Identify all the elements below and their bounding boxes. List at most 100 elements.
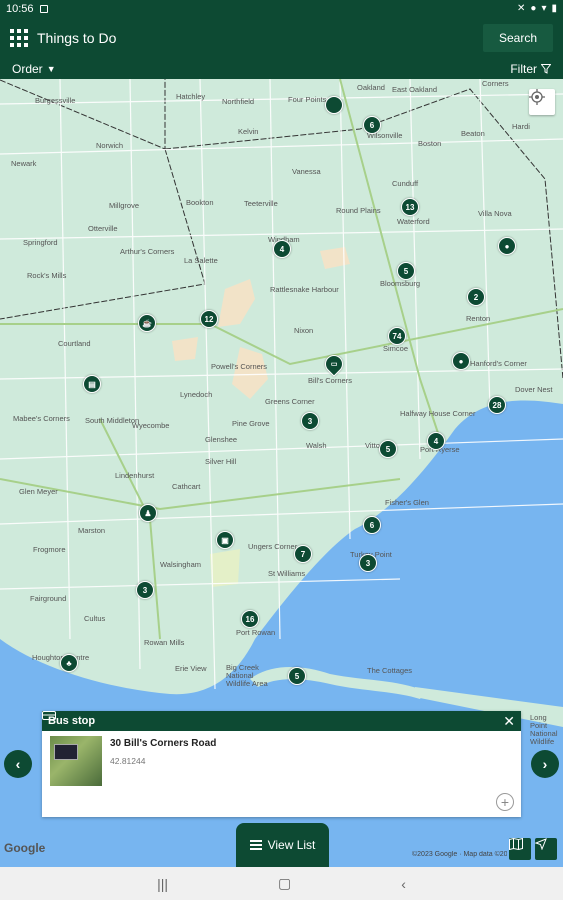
- map-marker-shopping[interactable]: ▣: [216, 531, 234, 549]
- navigate-button[interactable]: [535, 838, 557, 860]
- place-label: St Williams: [268, 569, 306, 578]
- map-marker-cluster[interactable]: 16: [241, 610, 259, 628]
- place-label: Corners: [482, 79, 509, 88]
- add-to-trip-button[interactable]: +: [496, 793, 514, 811]
- place-label: Hatchley: [176, 92, 206, 101]
- filter-button[interactable]: Filter: [510, 62, 551, 76]
- place-label: East Oakland: [392, 85, 438, 94]
- place-label: Silver Hill: [205, 457, 237, 466]
- map-icon: [509, 838, 523, 850]
- place-label: Greens Corner: [265, 397, 315, 406]
- next-result-button[interactable]: ›: [531, 750, 559, 778]
- map-marker-cluster[interactable]: 3: [136, 581, 154, 599]
- place-label: Villa Nova: [478, 209, 512, 218]
- map-marker-cluster[interactable]: 12: [200, 310, 218, 328]
- place-label: The Cottages: [367, 666, 413, 675]
- place-label: Courtland: [58, 339, 91, 348]
- map-marker-cluster[interactable]: 3: [301, 412, 319, 430]
- view-list-button[interactable]: View List: [236, 823, 329, 867]
- place-thumbnail: [50, 736, 102, 786]
- map-type-button[interactable]: [509, 838, 531, 860]
- map-marker-cluster[interactable]: 4: [427, 432, 445, 450]
- app-bar: Things to Do Search: [0, 17, 563, 59]
- place-label: Mabee's Corners: [13, 414, 70, 423]
- place-label: Otterville: [88, 224, 118, 233]
- place-label: Teeterville: [244, 199, 278, 208]
- map-marker-cluster[interactable]: 28: [488, 396, 506, 414]
- back-icon[interactable]: ‹: [401, 876, 406, 892]
- map-marker-cluster[interactable]: 6: [363, 116, 381, 134]
- map-copyright: ©2023 Google · Map data ©2023: [412, 851, 507, 858]
- map-marker-cluster[interactable]: 7: [294, 545, 312, 563]
- place-label: Simcoe: [383, 344, 409, 353]
- place-label: Oakland: [357, 83, 385, 92]
- place-label: Renton: [466, 314, 491, 323]
- place-label: Springford: [23, 238, 58, 247]
- place-label: Cunduff: [392, 179, 419, 188]
- map-marker-cluster[interactable]: 13: [401, 198, 419, 216]
- status-icons: ✕ ● ▾ ▮: [517, 3, 557, 14]
- place-label: Big Creek National Wildlife Area: [226, 663, 268, 688]
- place-label: Ungers Corner: [248, 542, 298, 551]
- close-icon[interactable]: ✕: [503, 713, 515, 730]
- navigation-arrow-icon: [535, 838, 547, 850]
- place-label: Long Point National Wildlife: [530, 713, 558, 746]
- map-marker-cluster[interactable]: 4: [273, 240, 291, 258]
- map-marker-cluster[interactable]: 3: [359, 554, 377, 572]
- place-label: Cathcart: [172, 482, 201, 491]
- crosshair-icon: [529, 89, 545, 105]
- shopping-bag-icon: ▣: [221, 535, 229, 545]
- place-label: Vanessa: [292, 167, 321, 176]
- place-label: Fairground: [30, 594, 67, 603]
- order-dropdown[interactable]: Order ▼: [12, 62, 56, 76]
- place-label: Bill's Corners: [308, 376, 352, 385]
- map-marker-cluster[interactable]: 2: [467, 288, 485, 306]
- place-label: Waterford: [397, 217, 430, 226]
- place-label: Northfield: [222, 97, 255, 106]
- filter-label: Filter: [510, 62, 537, 76]
- hiker-icon: ♟: [144, 508, 152, 518]
- place-title: 30 Bill's Corners Road: [110, 738, 217, 749]
- map-marker-hiker[interactable]: ♟: [139, 504, 157, 522]
- place-label: Powell's Corners: [211, 362, 268, 371]
- previous-result-button[interactable]: ‹: [4, 750, 32, 778]
- bus-icon: [42, 711, 56, 720]
- my-location-button[interactable]: [529, 89, 555, 115]
- place-popup-card[interactable]: Bus stop ✕ 30 Bill's Corners Road 42.812…: [42, 711, 521, 817]
- place-label: Wyecombe: [132, 421, 170, 430]
- search-button[interactable]: Search: [482, 24, 553, 52]
- place-label: Lindenhurst: [115, 471, 155, 480]
- place-label: Halfway House Corner: [400, 409, 476, 418]
- wifi-icon: ▾: [541, 3, 547, 14]
- order-label: Order: [12, 62, 43, 76]
- sort-filter-bar: Order ▼ Filter: [0, 59, 563, 79]
- map-marker-cup[interactable]: ☕: [138, 314, 156, 332]
- map-marker-cluster[interactable]: 5: [288, 667, 306, 685]
- place-label: Port Rowan: [236, 628, 276, 637]
- place-label: Bloomsburg: [380, 279, 421, 288]
- place-label: Burgessville: [35, 96, 76, 105]
- place-label: Boston: [418, 139, 442, 148]
- recents-icon[interactable]: |||: [157, 876, 168, 892]
- place-label: Walsh: [306, 441, 327, 450]
- map-marker-cluster[interactable]: 74: [388, 327, 406, 345]
- map-marker-cluster[interactable]: 5: [397, 262, 415, 280]
- map-marker-cluster[interactable]: 5: [379, 440, 397, 458]
- place-label: Frogmore: [33, 545, 66, 554]
- map-view[interactable]: Burgessville Hatchley Northfield Four Po…: [0, 79, 563, 867]
- apps-grid-icon[interactable]: [10, 29, 28, 47]
- map-marker-pin[interactable]: ●: [498, 237, 516, 255]
- place-label: Nixon: [294, 326, 314, 335]
- map-marker-pin[interactable]: ●: [452, 352, 470, 370]
- place-label: Round Plains: [336, 206, 381, 215]
- map-marker-tree[interactable]: ♣: [60, 654, 78, 672]
- place-label: Norwich: [96, 141, 124, 150]
- map-marker-cluster[interactable]: 6: [363, 516, 381, 534]
- status-bar: 10:56 ✕ ● ▾ ▮: [0, 0, 563, 17]
- place-label: Marston: [78, 526, 106, 535]
- home-icon[interactable]: ▢: [278, 875, 291, 892]
- place-coordinates: 42.81244: [110, 756, 146, 766]
- map-marker-pin[interactable]: [325, 96, 343, 114]
- place-label: Rowan Mills: [144, 638, 185, 647]
- map-marker-ticket[interactable]: ▤: [83, 375, 101, 393]
